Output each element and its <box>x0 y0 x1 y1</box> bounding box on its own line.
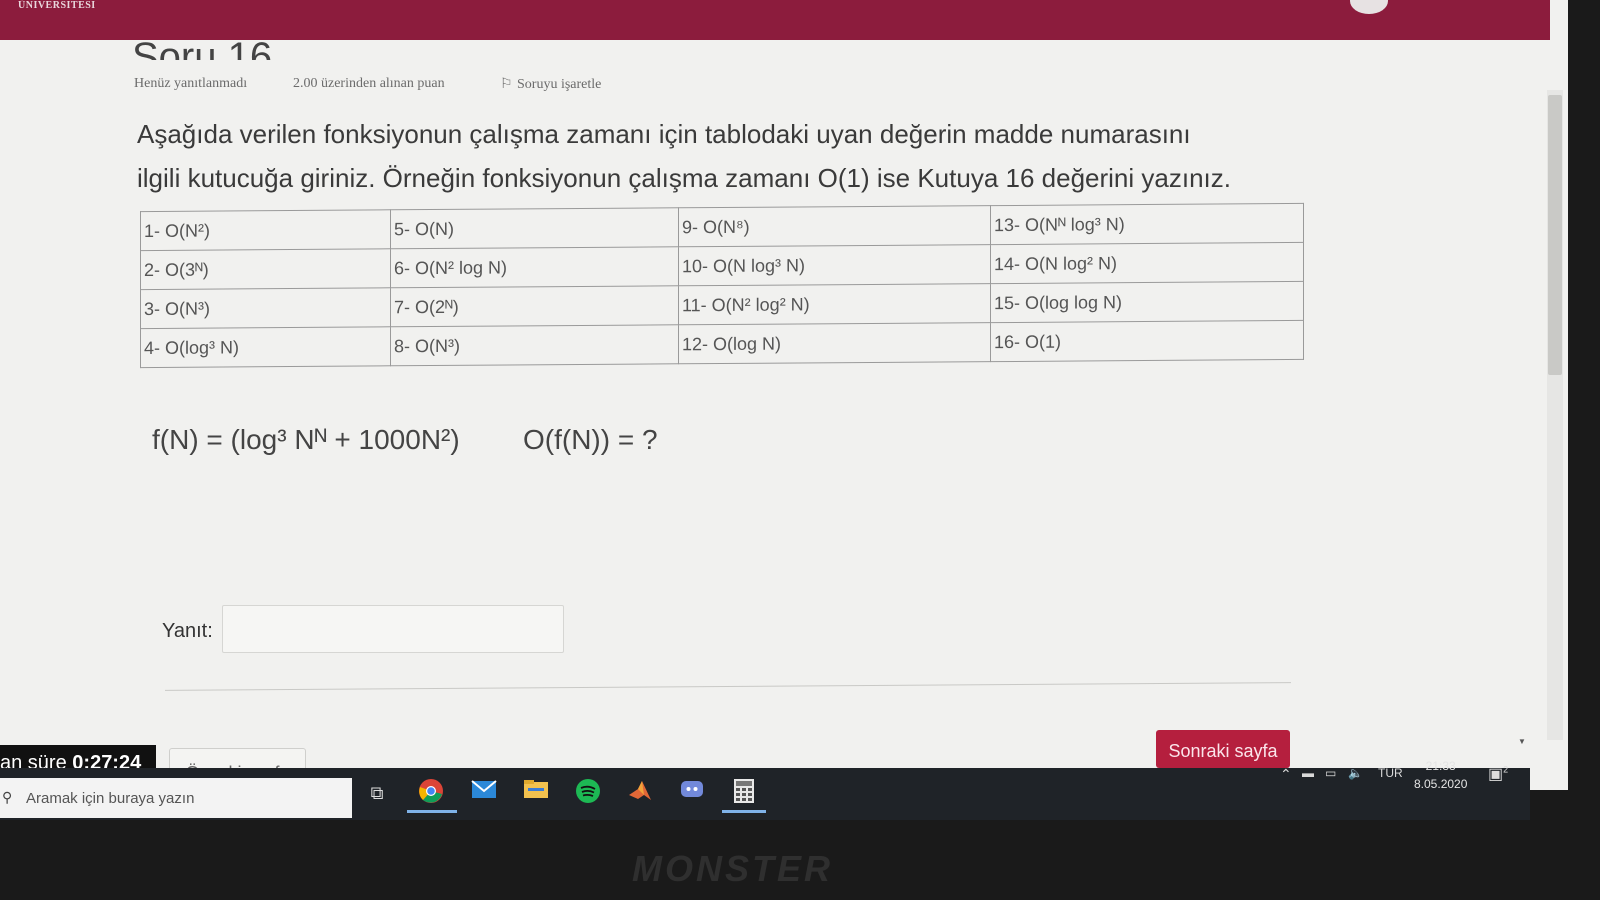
option-cell: 10- O(N log³ N) <box>678 244 991 286</box>
taskbar-clock[interactable]: 21:33 8.05.2020 <box>1414 757 1467 793</box>
option-cell: 14- O(N log² N) <box>990 242 1304 284</box>
option-cell: 8- O(N³) <box>390 324 679 366</box>
option-cell: 4- O(log³ N) <box>140 326 391 368</box>
search-icon: ⚲ <box>2 789 13 805</box>
answer-input[interactable] <box>222 605 564 653</box>
option-cell: 3- O(N³) <box>140 287 391 329</box>
taskbar-search-placeholder: Aramak için buraya yazın <box>26 790 195 807</box>
network-icon[interactable]: ▭ <box>1325 766 1336 780</box>
task-view-icon[interactable]: ⧉ <box>362 778 392 808</box>
chrome-icon[interactable] <box>416 778 446 808</box>
active-app-indicator <box>407 810 457 813</box>
answer-label: Yanıt: <box>162 620 213 642</box>
calculator-icon[interactable] <box>729 778 759 808</box>
matlab-icon[interactable] <box>625 778 655 808</box>
question-text-line: Aşağıda verilen fonksiyonun çalışma zama… <box>137 119 1191 149</box>
option-cell: 16- O(1) <box>990 320 1304 362</box>
notification-center-icon[interactable]: ▣2 <box>1488 764 1510 786</box>
question-text-line: ilgili kutucuğa giriniz. Örneğin fonksiy… <box>137 163 1231 193</box>
complexity-query: O(f(N)) = ? <box>523 424 658 455</box>
question-points: 2.00 üzerinden alınan puan <box>293 76 445 91</box>
question-title: Soru 16 <box>132 35 273 60</box>
clock-date: 8.05.2020 <box>1414 777 1468 791</box>
flag-icon: ⚐ <box>500 77 513 92</box>
browser-viewport: ÜNIVERSITESI Soru 16 Henüz yanıtlanmadı … <box>0 0 1568 790</box>
option-cell: 13- O(Nᴺ log³ N) <box>990 203 1304 245</box>
flag-question-link[interactable]: ⚐ Soruyu işaretle <box>500 76 601 93</box>
complexity-options-table: 1- O(N²) 5- O(N) 9- O(N⁸) 13- O(Nᴺ log³ N) 2… <box>140 203 1304 368</box>
option-cell: 12- O(log N) <box>678 322 991 364</box>
user-avatar[interactable] <box>1350 0 1388 14</box>
divider <box>165 682 1291 691</box>
option-cell: 6- O(N² log N) <box>390 246 679 288</box>
option-cell: 11- O(N² log² N) <box>678 283 991 325</box>
options-table-row: 4- O(log³ N) 8- O(N³) 12- O(log N) 16- O(1) <box>140 320 1304 368</box>
spotify-icon[interactable] <box>573 778 603 808</box>
monitor-brand-logo: MONSTER <box>632 848 833 889</box>
option-cell: 9- O(N⁸) <box>678 205 991 247</box>
option-cell: 2- O(3ᴺ) <box>140 248 391 290</box>
question-text: Aşağıda verilen fonksiyonun çalışma zama… <box>137 112 1337 200</box>
volume-icon[interactable]: 🔈 <box>1348 766 1363 780</box>
next-page-button[interactable]: Sonraki sayfa <box>1156 730 1290 768</box>
taskbar-search-box[interactable]: ⚲ Aramak için buraya yazın <box>0 778 352 818</box>
clock-time: 21:33 <box>1425 759 1456 773</box>
option-cell: 15- O(log log N) <box>990 281 1304 323</box>
show-hidden-icons-chevron-up-icon[interactable]: ⌃ <box>1280 766 1292 783</box>
question-status: Henüz yanıtlanmadı <box>134 76 248 91</box>
active-app-indicator <box>722 810 766 813</box>
option-cell: 7- O(2ᴺ) <box>390 285 679 327</box>
scrollbar-thumb[interactable] <box>1548 95 1562 375</box>
option-cell: 5- O(N) <box>390 207 679 249</box>
discord-icon[interactable] <box>677 778 707 808</box>
function-formula: f(N) = (log³ Nᴺ + 1000N²) <box>152 424 460 455</box>
battery-icon[interactable]: ▬ <box>1302 766 1314 780</box>
file-explorer-icon[interactable] <box>521 778 551 808</box>
mail-icon[interactable] <box>469 778 499 808</box>
notification-count: 2 <box>1503 764 1509 775</box>
option-cell: 1- O(N²) <box>140 209 391 251</box>
flag-question-label: Soruyu işaretle <box>517 77 602 92</box>
university-logo[interactable]: ÜNIVERSITESI <box>18 0 96 11</box>
scroll-down-arrow-icon[interactable]: ▼ <box>1518 737 1526 746</box>
input-language[interactable]: TUR <box>1378 766 1403 780</box>
